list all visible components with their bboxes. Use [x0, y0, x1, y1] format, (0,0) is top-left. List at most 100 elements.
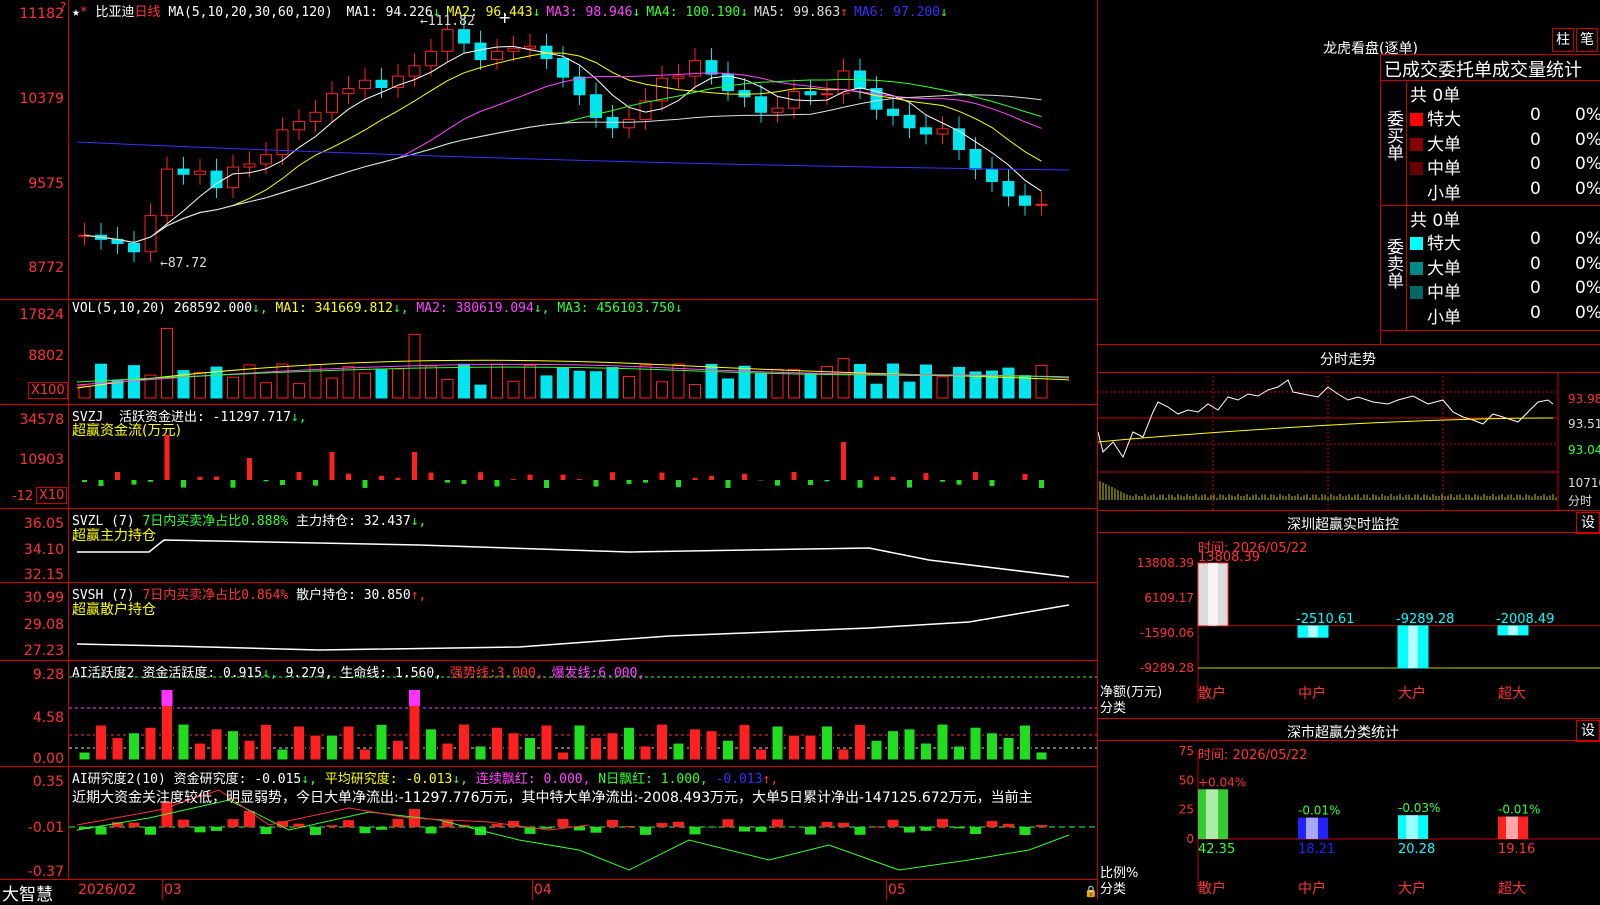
month-label-03: 03 — [164, 882, 182, 898]
monitor-category: 超大 — [1498, 686, 1526, 702]
volume-bar — [261, 383, 272, 398]
volume-bar — [360, 373, 371, 398]
candle-body — [475, 43, 486, 60]
svzj-bar — [693, 478, 698, 480]
ma-value-6: MA6: 97.200↓ — [854, 5, 948, 20]
ai2-comment: 近期大资金关注度较低，明显弱势，今日大单净流出:-11297.776万元，其中特… — [72, 787, 1096, 807]
ai2-bar — [310, 827, 321, 835]
period-label[interactable]: 日线 — [135, 5, 161, 20]
volume-bar — [607, 368, 618, 398]
candle-body — [294, 122, 305, 130]
svzj-bar — [957, 480, 962, 485]
svzj-bar — [643, 480, 648, 483]
ai1-bar — [541, 725, 552, 760]
lock-icon[interactable]: 🔒 — [1084, 885, 1098, 898]
monitor-bar-value: -2510.61 — [1296, 612, 1354, 627]
svzj-bar — [82, 480, 87, 482]
stock-name[interactable]: 比亚迪 — [95, 5, 134, 20]
sell-row: 小单00% — [1410, 303, 1461, 328]
svzj-bar — [231, 480, 236, 488]
candle-body — [508, 48, 519, 51]
kline-chart-svg[interactable] — [69, 0, 1097, 880]
ai1-bar — [706, 731, 717, 760]
ai1-bar — [310, 735, 321, 760]
monitor-settings-button[interactable]: 设 — [1576, 512, 1600, 534]
buy-swatch — [1410, 113, 1423, 126]
svzj-bar — [973, 472, 978, 480]
ai2-bar — [723, 819, 734, 827]
volume-bar — [690, 385, 701, 398]
ai1-bar — [591, 738, 602, 760]
classify-bar-change: -0.01% — [1298, 804, 1340, 818]
ai2-bar — [756, 827, 767, 832]
classify-chart[interactable]: 7550250+0.04%42.35散户-0.01%18.21中户-0.03%2… — [1098, 741, 1600, 900]
buy-total: 共 0单 — [1410, 81, 1460, 106]
candle-body — [228, 167, 239, 188]
brand-label: 大智慧 — [2, 880, 53, 905]
sell-row: 特大00% — [1410, 229, 1461, 254]
volume-bar — [442, 380, 453, 398]
candle-body — [921, 128, 932, 134]
volume-bar — [294, 384, 305, 398]
svzj-bar — [1023, 474, 1028, 480]
intraday-chart[interactable] — [1098, 372, 1600, 510]
sell-side-label: 委卖单 — [1385, 238, 1403, 289]
ai2-bar — [822, 822, 833, 827]
svzj-bar — [445, 480, 450, 483]
ai2-bar — [591, 827, 602, 833]
svzj-bar — [726, 480, 731, 488]
classify-y-tick: 25 — [1179, 803, 1194, 817]
ai1-bar — [805, 735, 816, 760]
ma-value-3: MA3: 98.946↓ — [546, 5, 640, 20]
ai1-bar — [789, 735, 800, 760]
ai2-bar — [921, 827, 932, 831]
ai1-bar — [129, 733, 140, 760]
candle-body — [244, 164, 255, 167]
crosshair-icon: + — [498, 8, 511, 27]
ai1-bar — [492, 727, 503, 760]
volume-bar — [525, 365, 536, 398]
classify-settings-button[interactable]: 设 — [1576, 720, 1600, 742]
bar-view-button[interactable]: 柱 — [1552, 28, 1574, 52]
buy-side-label: 委买单 — [1385, 110, 1403, 161]
ai1-bar — [343, 726, 354, 760]
ai1-bar — [426, 729, 437, 760]
svzj-bar — [115, 472, 120, 480]
ai1-bar — [904, 729, 915, 760]
vol-panel-title: VOL(5,10,20) 268592.000↓, MA1: 341669.81… — [72, 301, 683, 316]
candle-body — [360, 80, 371, 88]
candle-body — [657, 78, 668, 101]
tick-view-button[interactable]: 笔 — [1576, 28, 1598, 52]
main-chart-area[interactable]: 11182 10379 9575 8772 ? 17824 8802 X100 … — [0, 0, 1098, 900]
monitor-title: 深圳超赢实时监控 — [1098, 514, 1588, 534]
month-label-05: 05 — [888, 882, 906, 898]
star-icon[interactable]: ★ — [72, 5, 80, 20]
svzj-bar — [709, 476, 714, 480]
ai1-bar — [525, 738, 536, 760]
volume-bar — [426, 366, 437, 398]
ai1-bar — [393, 740, 404, 760]
volume-bar — [723, 379, 734, 398]
ai2-bar — [1036, 825, 1047, 827]
ai2-bar — [244, 811, 255, 827]
longhu-tabs[interactable]: 已成交委托单成交量统计 — [1384, 56, 1582, 82]
classify-y-tick: 75 — [1179, 744, 1194, 758]
volume-bar — [1003, 368, 1014, 398]
ma-line-120 — [77, 142, 1069, 170]
ai2-bar — [772, 819, 783, 827]
ai1-bar — [838, 749, 849, 760]
volume-bar — [228, 377, 239, 398]
ma-value-5: MA5: 99.863↑ — [754, 5, 848, 20]
candle-body — [937, 129, 948, 134]
ai1-bar — [145, 727, 156, 760]
volume-bar — [1036, 365, 1047, 398]
ai1-bar — [508, 733, 519, 760]
ai2-bar — [657, 823, 668, 827]
volume-bars — [77, 328, 1069, 398]
monitor-chart[interactable]: 13808.396109.17-1590.06-9289.2813808.39散… — [1098, 533, 1600, 718]
svzj-bar — [594, 480, 599, 487]
ai1-bar — [475, 746, 486, 760]
low-price-label: ←87.72 — [160, 256, 207, 271]
svzl-line — [77, 540, 1069, 577]
ai2-bar — [343, 820, 354, 827]
